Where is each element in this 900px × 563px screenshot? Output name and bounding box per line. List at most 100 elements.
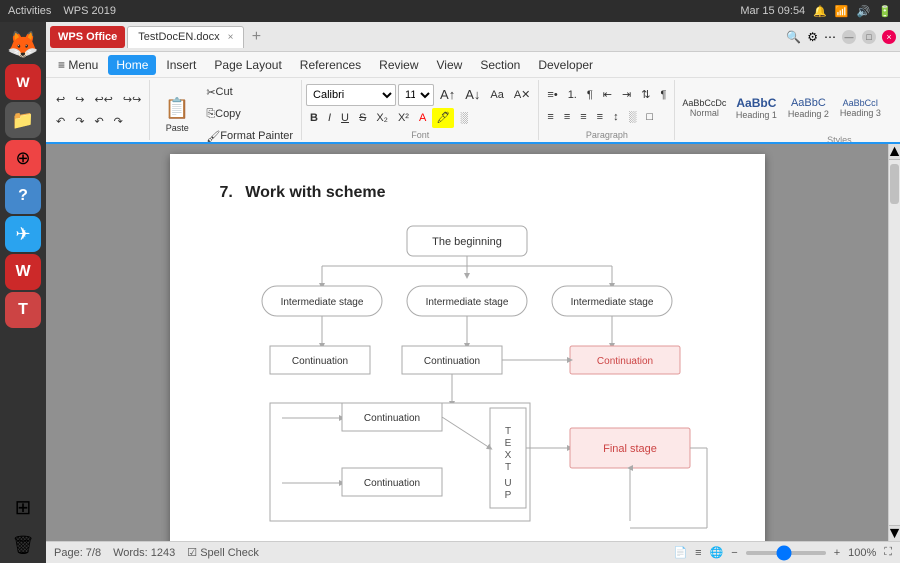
shading-button[interactable]: ░ (456, 108, 472, 128)
bold-button[interactable]: B (306, 108, 322, 128)
italic-button[interactable]: I (324, 108, 335, 128)
settings-icon[interactable]: ⚙ (807, 30, 818, 44)
strikethrough-button[interactable]: S (355, 108, 370, 128)
paragraph-section: ≡• 1. ¶ ⇤ ⇥ ⇅ ¶ ≡ ≡ ≡ ≡ ↕ ░ (539, 80, 675, 140)
zoom-out-button[interactable]: − (731, 547, 737, 559)
sidebar-icon-apps[interactable]: ⊞ (5, 489, 41, 525)
highlight-button[interactable]: 🖊 (432, 108, 454, 128)
style-heading3[interactable]: AaBbCcI Heading 3 (835, 82, 885, 134)
os-topbar-right: Mar 15 09:54 🔔 📶 🔊 🔋 (740, 5, 892, 18)
notification-icon[interactable]: 🔔 (813, 5, 827, 18)
spell-check[interactable]: ☑ Spell Check (187, 546, 259, 559)
align-left-button[interactable]: ≡ (543, 107, 557, 127)
volume-icon: 🔊 (857, 5, 871, 18)
maximize-button[interactable]: □ (862, 30, 876, 44)
style-heading2[interactable]: AaBbC Heading 2 (783, 82, 833, 134)
align-right-button[interactable]: ≡ (576, 107, 590, 127)
menu-item-references[interactable]: References (292, 55, 369, 75)
sidebar-icon-firefox[interactable]: 🦊 (5, 26, 41, 62)
menu-item-developer[interactable]: Developer (530, 55, 601, 75)
activities-label[interactable]: Activities (8, 5, 51, 17)
bullets-button[interactable]: ≡• (543, 85, 561, 105)
align-center-button[interactable]: ≡ (560, 107, 574, 127)
menu-item-insert[interactable]: Insert (158, 55, 204, 75)
text-up-t2: T (505, 462, 511, 473)
font-shrink-button[interactable]: A↓ (461, 85, 484, 105)
paragraph-section-label: Paragraph (586, 130, 628, 140)
numbering-button[interactable]: 1. (564, 85, 581, 105)
right-scrollbar[interactable]: ▲ ▼ (888, 144, 900, 541)
view-icon-outline[interactable]: ≡ (695, 547, 701, 559)
menu-item-review[interactable]: Review (371, 55, 426, 75)
sidebar-icon-telegram[interactable]: ✈ (5, 216, 41, 252)
sidebar-icon-writer[interactable]: W (5, 254, 41, 290)
format-painter-button[interactable]: 🖌 Format Painter (202, 126, 297, 142)
font-case-button[interactable]: Aa (486, 85, 507, 105)
cut-button[interactable]: ✂ Cut (202, 82, 236, 102)
scroll-thumb[interactable] (890, 164, 899, 204)
fit-page-button[interactable]: ⛶ (884, 546, 892, 559)
style-normal[interactable]: AaBbCcDc Normal (679, 82, 729, 134)
text-up-p: P (505, 490, 512, 501)
redo-button[interactable]: ↪ (71, 90, 88, 110)
view-icon-normal[interactable]: 📄 (673, 546, 687, 559)
redo3-button[interactable]: ↷ (110, 112, 127, 132)
redo-more-button[interactable]: ↪↪ (119, 90, 145, 110)
view-icon-web[interactable]: 🌐 (710, 546, 724, 559)
menu-item-menu[interactable]: ≡ Menu (50, 55, 106, 75)
style-h2-preview: AaBbC (791, 97, 826, 109)
zoom-slider[interactable] (746, 551, 826, 555)
node-cont3: Continuation (597, 356, 653, 367)
sidebar-icon-files[interactable]: 📁 (5, 102, 41, 138)
underline-button[interactable]: U (337, 108, 353, 128)
document-area[interactable]: 7. Work with scheme The beginning (46, 144, 888, 541)
font-size-select[interactable]: 11 (398, 84, 434, 106)
new-tab-button[interactable]: + (246, 27, 266, 47)
sidebar-icon-help[interactable]: ? (5, 178, 41, 214)
copy-button[interactable]: ⎘ Copy (202, 104, 245, 124)
style-more-button[interactable]: ▼ (887, 82, 900, 134)
subscript-button[interactable]: X₂ (372, 108, 392, 128)
multilevel-button[interactable]: ¶ (583, 85, 597, 105)
menu-item-view[interactable]: View (429, 55, 471, 75)
zoom-in-button[interactable]: + (834, 547, 840, 559)
minimize-button[interactable]: — (842, 30, 856, 44)
close-tab-icon[interactable]: × (228, 32, 234, 43)
decrease-indent-button[interactable]: ⇤ (599, 85, 616, 105)
increase-indent-button[interactable]: ⇥ (618, 85, 635, 105)
doc-tab[interactable]: TestDocEN.docx × (127, 26, 244, 48)
undo3-button[interactable]: ↶ (90, 112, 107, 132)
style-heading1[interactable]: AaBbC Heading 1 (731, 82, 781, 134)
node-beginning: The beginning (432, 236, 502, 248)
undo2-button[interactable]: ↶ (52, 112, 69, 132)
scroll-up-button[interactable]: ▲ (889, 144, 900, 160)
menu-item-home[interactable]: Home (108, 55, 156, 75)
paste-button[interactable]: 📋 Paste (154, 88, 200, 140)
sidebar-icon-wps[interactable]: W (5, 64, 41, 100)
redo2-button[interactable]: ↷ (71, 112, 88, 132)
sidebar-icon-appstore[interactable]: ⊕ (5, 140, 41, 176)
search-icon[interactable]: 🔍 (786, 30, 801, 44)
sort-button[interactable]: ⇅ (637, 85, 654, 105)
undo-button[interactable]: ↩ (52, 90, 69, 110)
sidebar-icon-trash[interactable]: 🗑 (5, 527, 41, 563)
close-button[interactable]: × (882, 30, 896, 44)
show-marks-button[interactable]: ¶ (656, 85, 670, 105)
scroll-down-button[interactable]: ▼ (889, 525, 900, 541)
undo-more-button[interactable]: ↩↩ (90, 90, 116, 110)
borders-button[interactable]: □ (642, 107, 657, 127)
font-name-select[interactable]: Calibri (306, 84, 396, 106)
sidebar-icon-texteditor[interactable]: T (5, 292, 41, 328)
clear-format-button[interactable]: A✕ (510, 85, 535, 105)
wps-logo-button[interactable]: WPS Office (50, 26, 125, 48)
superscript-button[interactable]: X² (394, 108, 413, 128)
menu-item-section[interactable]: Section (472, 55, 528, 75)
line-spacing-button[interactable]: ↕ (609, 107, 623, 127)
menu-item-pagelayout[interactable]: Page Layout (206, 55, 289, 75)
justify-button[interactable]: ≡ (593, 107, 607, 127)
font-grow-button[interactable]: A↑ (436, 85, 459, 105)
more-icon[interactable]: ⋯ (824, 30, 836, 44)
font-color-button[interactable]: A (415, 108, 430, 128)
para-shading-button[interactable]: ░ (625, 107, 641, 127)
styles-section: AaBbCcDc Normal AaBbC Heading 1 AaBbC He… (675, 80, 900, 140)
